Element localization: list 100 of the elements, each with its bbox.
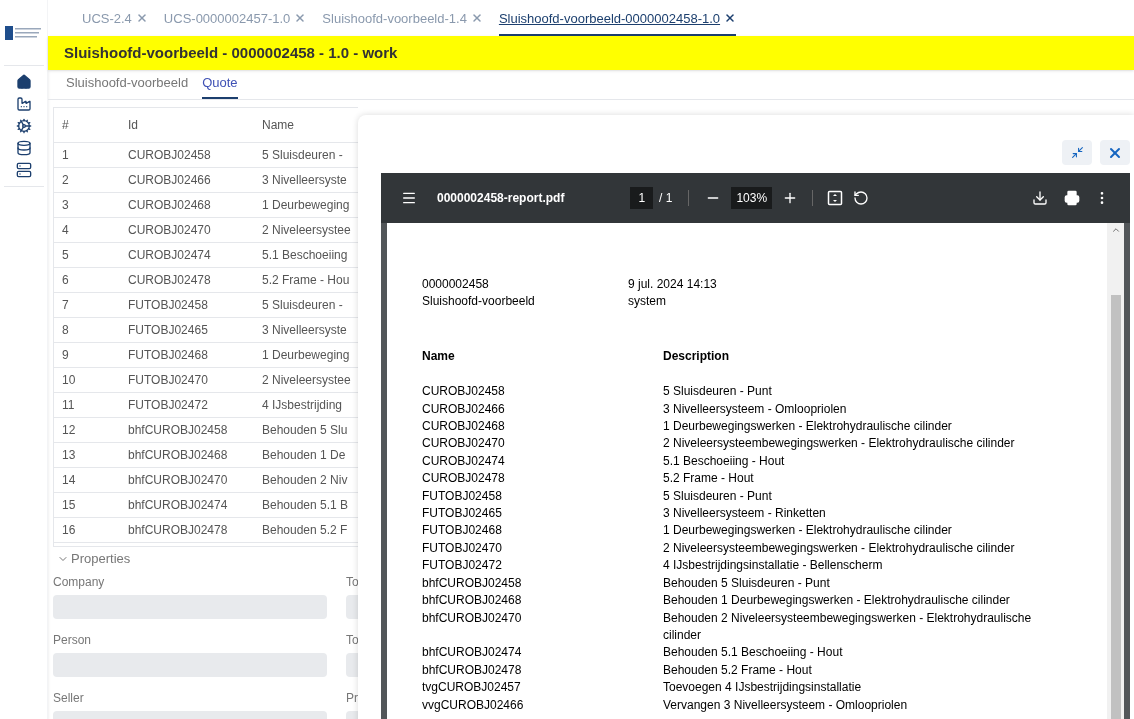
section-title[interactable]: Properties <box>71 549 131 569</box>
table-cell-text: Behouden 2 Niv <box>261 472 349 489</box>
table-cell-text: 15 <box>61 497 77 514</box>
column-header[interactable]: # <box>54 116 120 134</box>
report-cell-text: 2 Niveleersysteembewegingswerken - Elektrohydraulische cilinder <box>663 539 1016 557</box>
table-cell-text: FUTOBJ02468 <box>127 347 209 364</box>
database-icon[interactable] <box>15 140 32 156</box>
field-label: Person <box>53 632 93 649</box>
section-tab[interactable]: Quote <box>202 72 238 99</box>
table-cell-text: bhfCUROBJ02458 <box>127 422 229 439</box>
document-title: Sluishoofd-voorbeeld - 0000002458 - 1.0 - work <box>64 42 398 63</box>
report-cell-text: CUROBJ02470 <box>422 435 506 453</box>
report-cell-text: 5.2 Frame - Hout <box>663 470 755 488</box>
report-column-header: Name <box>422 347 456 365</box>
report-cell-text: Vervangen 3 Nivelleersysteem - Omloopriolen <box>663 696 909 714</box>
report-column-header: Description <box>663 347 729 365</box>
scroll-up-icon[interactable] <box>1110 225 1121 235</box>
page-number-field[interactable]: 1 <box>630 187 654 209</box>
table-cell-text: CUROBJ02458 <box>127 147 212 164</box>
field-label: To <box>346 574 358 591</box>
report-text: 0000002458 <box>422 276 490 293</box>
report-cell-text: 1 Deurbewegingswerken - Elektrohydraulische cilinder <box>663 418 953 436</box>
logo <box>4 25 43 40</box>
home-icon[interactable] <box>15 74 32 90</box>
column-header[interactable]: Id <box>120 116 254 134</box>
menu-icon[interactable] <box>401 190 417 206</box>
report-cell-text: bhfCUROBJ02458 <box>422 574 523 592</box>
report-cell-text: bhfCUROBJ02470 <box>422 609 523 627</box>
factory-icon[interactable] <box>15 96 32 112</box>
table-cell-text: bhfCUROBJ02468 <box>127 447 229 464</box>
table-cell-text: 2 Niveleersystee <box>261 222 352 239</box>
report-cell-text: FUTOBJ02458 <box>422 487 503 505</box>
field-label: Seller <box>53 690 85 707</box>
table-cell-text: CUROBJ02470 <box>127 222 212 239</box>
zoom-field[interactable]: 103% <box>731 187 773 209</box>
table-cell-text: bhfCUROBJ02470 <box>127 472 229 489</box>
download-icon[interactable] <box>1032 190 1048 206</box>
report-cell-text: Behouden 2 Niveleersysteembewegingswerken - Elektrohydraulische cilinder <box>663 609 1033 644</box>
table-cell-text: 1 <box>61 147 70 164</box>
table-cell-text: Behouden 1 De <box>261 447 347 464</box>
table-cell-text: 1 Deurbeweging <box>261 347 351 364</box>
report-cell-text: 3 Nivelleersysteem - Omloopriolen <box>663 400 848 418</box>
report-cell-text: vvgCUROBJ02466 <box>422 696 525 714</box>
field-label: Pr <box>346 690 358 707</box>
table-cell-text: 16 <box>61 522 77 539</box>
field-label: To <box>346 632 358 649</box>
table-cell-text: 2 <box>61 172 70 189</box>
table-cell-text: CUROBJ02468 <box>127 197 212 214</box>
report-cell-text: 1 Deurbewegingswerken - Elektrohydraulische cilinder <box>663 522 953 540</box>
table-cell-text: 8 <box>61 322 70 339</box>
table-cell-text: CUROBJ02478 <box>127 272 212 289</box>
report-cell-text: 5.1 Beschoeiing - Hout <box>663 452 786 470</box>
table-cell-text: 5.1 Beschoeiing <box>261 247 349 264</box>
table-cell-text: 5.2 Frame - Hou <box>261 272 351 289</box>
table-cell-text: 12 <box>61 422 77 439</box>
table-cell-text: 2 Niveleersystee <box>261 372 352 389</box>
table-cell-text: FUTOBJ02470 <box>127 372 209 389</box>
report-text: Sluishoofd-voorbeeld <box>422 293 536 311</box>
fit-page-icon[interactable] <box>827 190 844 206</box>
report-cell-text: Behouden 5.1 Beschoeiing - Hout <box>663 644 844 662</box>
table-cell-text: FUTOBJ02472 <box>127 397 209 414</box>
report-cell-text: FUTOBJ02465 <box>422 505 503 523</box>
gears-icon[interactable] <box>15 118 32 134</box>
table-cell-text: CUROBJ02474 <box>127 247 212 264</box>
report-cell-text: tvgCUROBJ02457 <box>422 679 522 697</box>
table-cell-text: 13 <box>61 447 77 464</box>
table-cell-text: Behouden 5.1 B <box>261 497 350 514</box>
table-cell-text: 5 Sluisdeuren - <box>261 147 344 164</box>
close-icon[interactable] <box>724 12 737 25</box>
print-icon[interactable] <box>1064 190 1080 206</box>
report-cell-text: Behouden 1 Deurbewegingswerken - Elektrohydraulische cilinder <box>663 592 1011 610</box>
rotate-icon[interactable] <box>853 190 870 206</box>
report-cell-text: CUROBJ02474 <box>422 452 506 470</box>
report-cell-text: 5 Sluisdeuren - Punt <box>663 383 773 401</box>
report-cell-text: 5 Sluisdeuren - Punt <box>663 487 773 505</box>
table-cell-text: 3 <box>61 197 70 214</box>
report-text: system <box>628 293 666 311</box>
report-cell-text: FUTOBJ02470 <box>422 539 503 557</box>
table-cell-text: 4 <box>61 222 70 239</box>
table-cell-text: Behouden 5 Slu <box>261 422 349 439</box>
table-cell-text: bhfCUROBJ02478 <box>127 522 229 539</box>
report-cell-text: 4 IJsbestrijdingsinstallatie - Bellenscherm <box>663 557 884 575</box>
table-cell-text: 11 <box>61 397 76 414</box>
minimize-button[interactable] <box>1062 140 1092 165</box>
scrollbar[interactable] <box>1107 223 1124 719</box>
column-header[interactable]: Name <box>254 116 354 134</box>
server-icon[interactable] <box>15 162 32 178</box>
section-tab[interactable]: Sluishoofd-voorbeeld <box>66 72 189 99</box>
report-cell-text: CUROBJ02466 <box>422 400 506 418</box>
table-cell-text: Behouden 5.2 F <box>261 522 349 539</box>
close-button[interactable] <box>1100 140 1130 165</box>
report-cell-text: FUTOBJ02468 <box>422 522 503 540</box>
table-cell-text: 6 <box>61 272 70 289</box>
report-cell-text: bhfCUROBJ02478 <box>422 661 523 679</box>
report-cell-text: CUROBJ02478 <box>422 470 506 488</box>
report-cell-text: CUROBJ02458 <box>422 383 506 401</box>
table-cell-text: 3 Nivelleersyste <box>261 172 348 189</box>
report-cell-text: bhfCUROBJ02474 <box>422 644 523 662</box>
table-cell-text: FUTOBJ02465 <box>127 322 209 339</box>
table-cell-text: 7 <box>61 297 70 314</box>
